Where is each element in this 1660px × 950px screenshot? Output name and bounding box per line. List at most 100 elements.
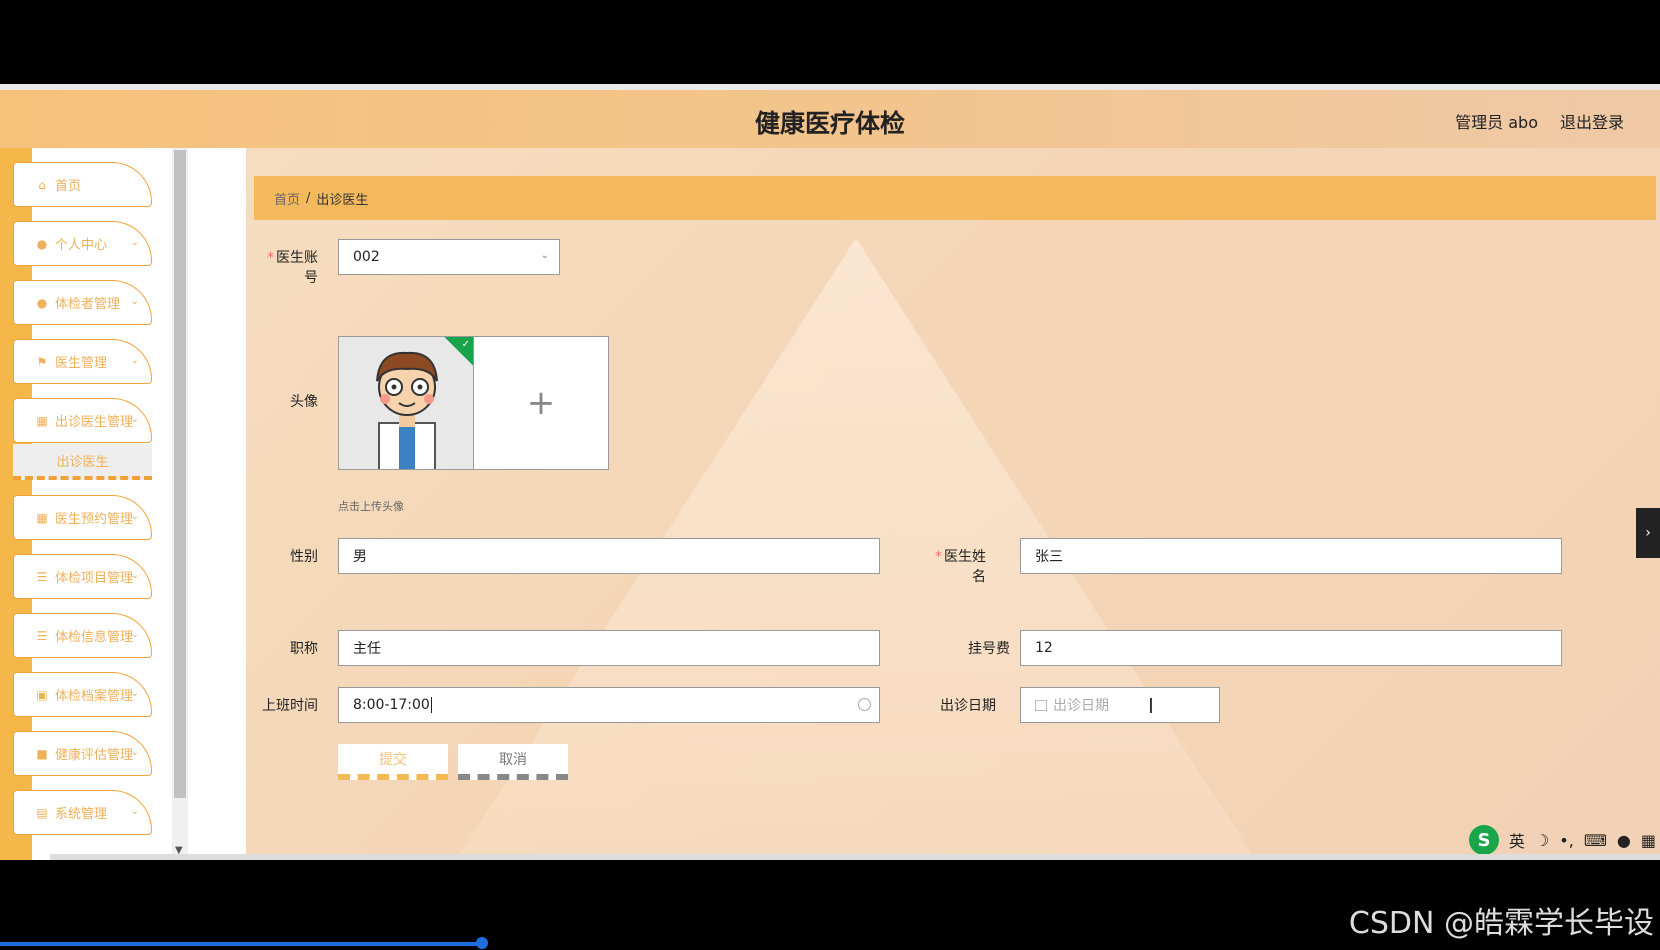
fee-value: 12 xyxy=(1035,640,1053,656)
required-mark: * xyxy=(267,250,274,266)
sidebar-subitem-visiting-doctor[interactable]: 出诊医生 xyxy=(13,444,152,480)
sidebar-item-home[interactable]: ⌂ 首页 xyxy=(13,162,152,207)
breadcrumb-separator: / xyxy=(306,190,311,206)
sidebar-item-doctor[interactable]: ⚑ 医生管理 ⌄ xyxy=(13,339,152,384)
sidebar: ⌂ 首页 ● 个人中心 ⌄ ● 体检者管理 ⌄ ⚑ 医生管理 ⌄ ▦ 出诊医生管… xyxy=(0,148,186,860)
text-caret xyxy=(430,697,432,713)
admin-user-label[interactable]: 管理员 abo xyxy=(1455,109,1538,133)
avatar-preview[interactable]: ✓ xyxy=(338,336,474,470)
sidebar-item-label: 体检项目管理 xyxy=(55,571,134,586)
app-title: 健康医疗体检 xyxy=(754,109,905,138)
chevron-down-icon: ⌄ xyxy=(130,237,139,248)
doctor-name-value: 张三 xyxy=(1035,549,1063,565)
watermark: CSDN @皓霖学长毕设 xyxy=(1348,906,1654,941)
scrollbar-thumb[interactable] xyxy=(174,150,186,798)
sidebar-scrollbar[interactable]: ▼ xyxy=(172,148,188,860)
list-icon: ☰ xyxy=(36,628,48,643)
apps-icon[interactable]: ▦ xyxy=(1641,831,1656,850)
sidebar-item-system[interactable]: ▤ 系统管理 ⌄ xyxy=(13,790,152,835)
visit-date-label: 出诊日期 xyxy=(940,698,996,714)
sidebar-item-appointment[interactable]: ▦ 医生预约管理 ⌄ xyxy=(13,495,152,540)
sidebar-item-health-eval[interactable]: ■ 健康评估管理 ⌄ xyxy=(13,731,152,776)
work-time-input[interactable]: 8:00-17:00 xyxy=(338,687,880,723)
doctor-account-label-line2: 号 xyxy=(304,270,318,286)
sidebar-item-label: 医生管理 xyxy=(55,356,108,371)
grid-icon: ▦ xyxy=(36,510,48,525)
sidebar-item-label: 体检信息管理 xyxy=(55,630,134,645)
archive-icon: ▣ xyxy=(36,687,48,702)
video-progress-bar[interactable] xyxy=(0,942,480,946)
video-progress-handle[interactable] xyxy=(476,937,488,949)
check-icon: ✓ xyxy=(461,339,470,350)
gender-input[interactable]: 男 xyxy=(338,538,880,574)
app-header: 健康医疗体检 管理员 abo 退出登录 xyxy=(0,90,1660,148)
flag-icon: ⚑ xyxy=(36,354,48,369)
user-icon[interactable]: ● xyxy=(1617,831,1631,850)
doctor-account-value: 002 xyxy=(353,249,380,265)
sidebar-item-exam-project[interactable]: ☰ 体检项目管理 ⌄ xyxy=(13,554,152,599)
grid-icon: ▦ xyxy=(36,413,48,428)
sidebar-item-examinee[interactable]: ● 体检者管理 ⌄ xyxy=(13,280,152,325)
doctor-account-label: * 医生账 号 xyxy=(248,248,318,288)
user-icon: ● xyxy=(36,236,48,251)
sogou-logo-icon: S xyxy=(1468,825,1499,855)
chevron-down-icon: ⌄ xyxy=(130,688,139,699)
app-window: 健康医疗体检 管理员 abo 退出登录 ⌂ 首页 ● 个人中心 ⌄ ● 体检者管… xyxy=(0,90,1660,860)
moon-icon[interactable]: ☽ xyxy=(1535,831,1549,850)
sidebar-item-label: 首页 xyxy=(55,179,82,194)
header-actions: 管理员 abo 退出登录 xyxy=(1455,109,1624,133)
chevron-down-icon: ⌄ xyxy=(130,747,139,758)
work-time-value: 8:00-17:00 xyxy=(353,697,430,713)
visit-date-placeholder: 出诊日期 xyxy=(1053,698,1109,714)
logout-link[interactable]: 退出登录 xyxy=(1560,109,1624,133)
ime-toolbar[interactable]: S 英 ☽ •, ⌨ ● ▦ xyxy=(1468,824,1656,856)
plus-icon: + xyxy=(526,383,556,423)
chevron-down-icon: ⌄ xyxy=(130,629,139,640)
title-value: 主任 xyxy=(353,641,381,657)
work-time-label: 上班时间 xyxy=(262,698,318,714)
fee-input[interactable]: 12 xyxy=(1020,630,1562,666)
doctor-name-label: * 医生姓 名 xyxy=(916,547,986,587)
user-icon: ● xyxy=(36,295,48,310)
chat-icon: ■ xyxy=(36,746,48,761)
sidebar-item-label: 系统管理 xyxy=(55,807,108,822)
side-expand-tab[interactable]: › xyxy=(1636,508,1660,558)
sidebar-item-exam-info[interactable]: ☰ 体检信息管理 ⌄ xyxy=(13,613,152,658)
punctuation-icon[interactable]: •, xyxy=(1559,831,1574,850)
chevron-down-icon: ⌄ xyxy=(540,250,549,261)
chevron-down-icon: ⌄ xyxy=(130,511,139,522)
doctor-account-select[interactable]: 002 ⌄ xyxy=(338,239,560,275)
doctor-name-input[interactable]: 张三 xyxy=(1020,538,1562,574)
upload-hint: 点击上传头像 xyxy=(338,500,404,513)
keyboard-icon[interactable]: ⌨ xyxy=(1584,831,1607,850)
sidebar-item-visiting-doctor[interactable]: ▦ 出诊医生管理 ⌄ xyxy=(13,398,152,443)
doctor-account-label-line1: 医生账 xyxy=(276,250,318,266)
breadcrumb: 首页 / 出诊医生 xyxy=(254,176,1656,220)
avatar-upload-button[interactable]: + xyxy=(473,336,609,470)
chevron-right-icon: › xyxy=(1645,525,1651,541)
required-mark: * xyxy=(935,549,942,565)
chevron-down-icon: ⌄ xyxy=(130,414,139,425)
horizontal-scrollbar[interactable] xyxy=(50,854,1660,860)
chevron-down-icon: ⌄ xyxy=(130,355,139,366)
home-icon: ⌂ xyxy=(38,177,46,192)
visit-date-picker[interactable]: 出诊日期 xyxy=(1020,687,1220,723)
doctor-name-label-line2: 名 xyxy=(972,569,986,585)
cancel-button[interactable]: 取消 xyxy=(458,744,568,780)
calendar-icon xyxy=(1035,699,1047,711)
clear-icon[interactable] xyxy=(858,698,871,711)
chevron-down-icon: ⌄ xyxy=(130,570,139,581)
chevron-down-icon: ⌄ xyxy=(130,806,139,817)
sidebar-item-label: 体检档案管理 xyxy=(55,689,134,704)
title-input[interactable]: 主任 xyxy=(338,630,880,666)
screen-frame: 健康医疗体检 管理员 abo 退出登录 ⌂ 首页 ● 个人中心 ⌄ ● 体检者管… xyxy=(0,0,1660,950)
breadcrumb-home[interactable]: 首页 xyxy=(274,189,300,208)
sidebar-item-exam-archive[interactable]: ▣ 体检档案管理 ⌄ xyxy=(13,672,152,717)
fee-label: 挂号费 xyxy=(968,641,1010,657)
ime-mode[interactable]: 英 xyxy=(1509,828,1525,852)
sidebar-item-label: 医生预约管理 xyxy=(55,512,134,527)
book-icon: ▤ xyxy=(36,805,48,820)
sidebar-item-personal-center[interactable]: ● 个人中心 ⌄ xyxy=(13,221,152,266)
submit-button[interactable]: 提交 xyxy=(338,744,448,780)
sidebar-item-label: 出诊医生管理 xyxy=(55,415,134,430)
